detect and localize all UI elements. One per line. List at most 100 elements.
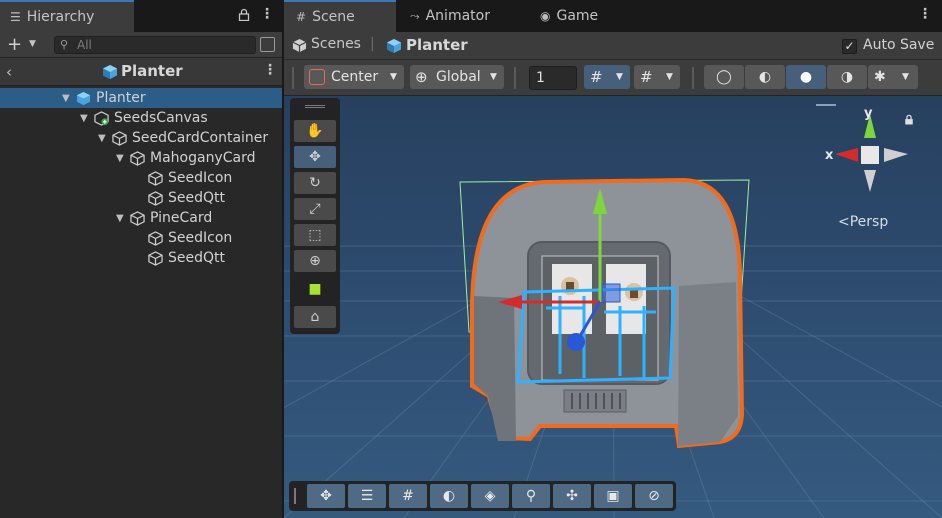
search-input[interactable]: ⚲ All: [54, 36, 256, 54]
persp-arrow-icon: <: [838, 214, 850, 230]
expand-arrow-icon[interactable]: ▼: [116, 149, 124, 169]
auto-save-checkbox[interactable]: ✓: [842, 39, 857, 54]
scene-tabbar: # Scene ⤳ Animator ◉ Game ⋮: [284, 0, 942, 32]
grid-icon: #: [402, 488, 414, 504]
orientation-lock-icon[interactable]: [904, 114, 914, 129]
overlay-move-button[interactable]: ✥: [307, 484, 345, 508]
shaded-button[interactable]: ●: [786, 65, 826, 89]
overlay-shading-button[interactable]: ◐: [430, 484, 468, 508]
expand-arrow-icon[interactable]: ▼: [116, 209, 124, 229]
tree-row[interactable]: ▼ SeedCardContainer: [0, 128, 282, 148]
projection-label: Persp: [849, 214, 889, 230]
lit-sphere-icon: ◑: [840, 69, 854, 85]
lighting-button[interactable]: ◑: [827, 65, 867, 89]
drag-handle-icon[interactable]: [692, 67, 694, 89]
pivot-mode-dropdown[interactable]: Center ▼: [304, 65, 404, 89]
breadcrumb-scenes[interactable]: Scenes: [311, 36, 361, 52]
rect-tool-button[interactable]: ⬚: [294, 224, 336, 246]
expand-arrow-icon[interactable]: ▼: [62, 89, 70, 109]
tree-row-label: SeedQtt: [168, 250, 225, 266]
grid-icon: #: [640, 68, 653, 86]
transform-icon: ⊕: [309, 253, 321, 269]
breadcrumb: Scenes | Planter ✓ Auto Save: [284, 32, 942, 60]
unity-logo-icon: [292, 38, 307, 57]
tree-row[interactable]: ▼ PineCard: [0, 208, 282, 228]
tree-row[interactable]: ▼ MahoganyCard: [0, 148, 282, 168]
globe-icon: ⊕: [415, 68, 428, 86]
tree-row-label: PineCard: [150, 210, 213, 226]
cube-icon: [112, 131, 127, 146]
transform-tool-button[interactable]: ⊕: [294, 250, 336, 272]
drag-handle-icon[interactable]: [514, 67, 516, 89]
tree-row[interactable]: ▼ SeedsCanvas: [0, 108, 282, 128]
tree-row[interactable]: SeedQtt: [0, 188, 282, 208]
auto-save-label: Auto Save: [863, 37, 935, 53]
expand-arrow-icon[interactable]: ▼: [98, 129, 106, 149]
overlay-search-button[interactable]: ⚲: [512, 484, 550, 508]
hand-icon: ✋: [306, 123, 324, 139]
moon-icon: ◐: [442, 488, 456, 504]
shaded-wireframe-sphere-icon: ◐: [758, 69, 772, 85]
chevron-down-icon: ▼: [490, 72, 497, 82]
search-options-icon[interactable]: [260, 37, 275, 52]
tab-hierarchy[interactable]: ☰ Hierarchy: [0, 0, 134, 32]
palette-drag-handle[interactable]: [305, 105, 325, 108]
cube-icon: [130, 151, 145, 166]
scene-menu-icon[interactable]: ⋮: [263, 62, 277, 78]
scene-overlay-toolbar: ✥ ☰ # ◐ ◈ ⚲ ✣ ▣ ⊘: [289, 481, 676, 511]
back-chevron-icon[interactable]: ‹: [6, 63, 12, 81]
drag-handle-icon[interactable]: [292, 67, 294, 89]
tab-game[interactable]: ◉ Game: [540, 0, 598, 32]
snap-value-input[interactable]: 1: [529, 66, 577, 90]
custom-tool-button[interactable]: ■: [294, 278, 336, 300]
projection-toggle[interactable]: <Persp: [838, 214, 888, 230]
breadcrumb-prefab[interactable]: Planter: [406, 36, 468, 54]
wireframe-sphere-icon: ◯: [716, 69, 732, 85]
move-arrows-icon: ✥: [320, 488, 332, 504]
prefab-icon: [102, 64, 118, 84]
tree-row[interactable]: SeedIcon: [0, 168, 282, 188]
overlay-grid-button[interactable]: #: [389, 484, 427, 508]
hand-tool-button[interactable]: ✋: [294, 120, 336, 142]
overlay-compass-button[interactable]: ⊘: [635, 484, 673, 508]
debug-draw-dropdown[interactable]: ✱ ▼: [868, 65, 918, 89]
move-tool-button[interactable]: ✥: [294, 146, 336, 168]
overlay-navigate-button[interactable]: ✣: [553, 484, 591, 508]
tree-row[interactable]: ▼ Planter: [0, 88, 282, 108]
grid-hash-icon: #: [296, 10, 307, 24]
tab-hierarchy-label: Hierarchy: [26, 9, 95, 25]
rotate-tool-button[interactable]: ↻: [294, 172, 336, 194]
compass-icon: ⊘: [648, 488, 660, 504]
sliders-icon: ☰: [360, 488, 374, 504]
tool-palette: ✋ ✥ ↻ ⤢ ⬚ ⊕ ■ ⌂: [290, 98, 340, 334]
overlay-drag-handle[interactable]: [294, 488, 296, 504]
pivot-mode-label: Center: [331, 69, 379, 85]
kebab-menu-icon[interactable]: ⋮: [260, 6, 274, 22]
hierarchy-panel: ☰ Hierarchy ⋮ + ▼ ⚲ All ‹ Planter ⋮ ▼ Plan…: [0, 0, 282, 518]
tab-animator-label: Animator: [425, 8, 490, 24]
overlay-camera-button[interactable]: ▣: [594, 484, 632, 508]
scene-viewport[interactable]: y x <Persp ✋ ✥ ↻ ⤢ ⬚ ⊕ ■ ⌂ ✥ ☰ # ◐ ◈ ⚲ ✣…: [284, 96, 942, 518]
tree-row[interactable]: SeedIcon: [0, 228, 282, 248]
chevron-down-icon: ▼: [902, 72, 909, 82]
tab-animator[interactable]: ⤳ Animator: [410, 0, 490, 32]
lock-icon[interactable]: [238, 8, 250, 22]
component-tool-button[interactable]: ⌂: [294, 306, 336, 328]
tree-row-label: SeedCardContainer: [132, 130, 269, 146]
scale-tool-button[interactable]: ⤢: [294, 198, 336, 220]
grid-snap-toggle[interactable]: # ▼: [584, 65, 630, 89]
scene-kebab-icon[interactable]: ⋮: [918, 6, 932, 22]
chevron-down-icon[interactable]: ▼: [29, 39, 36, 49]
overlay-drag-handle[interactable]: [816, 104, 836, 106]
overlay-layers-button[interactable]: ◈: [471, 484, 509, 508]
tab-scene[interactable]: # Scene: [284, 0, 396, 32]
wireframe-shading-button[interactable]: ◯: [704, 65, 744, 89]
add-object-button[interactable]: +: [7, 34, 22, 55]
space-dropdown[interactable]: ⊕ Global ▼: [410, 65, 504, 89]
overlay-sliders-button[interactable]: ☰: [348, 484, 386, 508]
shaded-wireframe-button[interactable]: ◐: [745, 65, 785, 89]
grid-visibility-dropdown[interactable]: # ▼: [634, 65, 680, 89]
tree-row[interactable]: SeedQtt: [0, 248, 282, 268]
expand-arrow-icon[interactable]: ▼: [80, 109, 88, 129]
gizmo-x-label: x: [825, 148, 834, 163]
